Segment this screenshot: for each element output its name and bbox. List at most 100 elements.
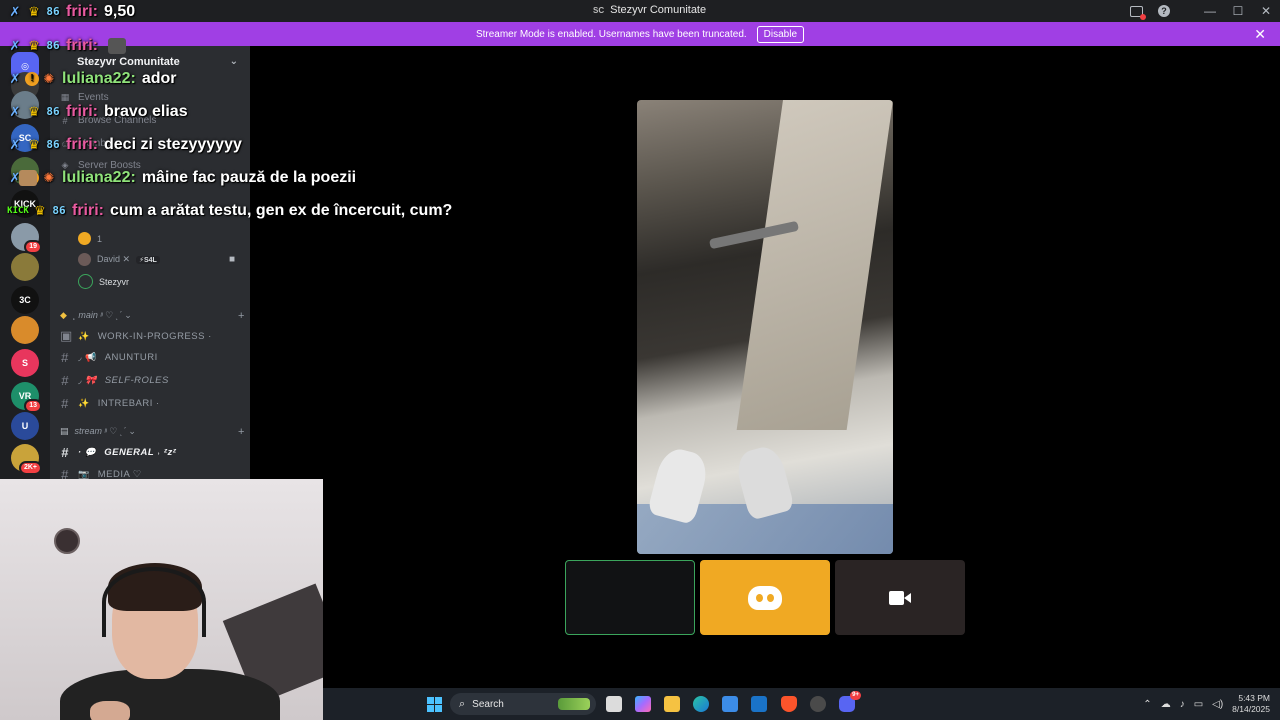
server-icon-label: S — [21, 358, 28, 368]
edge-icon[interactable] — [693, 696, 709, 712]
notification-badge: 9+ — [850, 691, 861, 700]
chat-message: ✗ ♛ 86 friri: bravo elias — [6, 103, 188, 121]
chevron-down-icon: ⌄ — [229, 56, 238, 67]
chat-text: mâine fac pauză de la poezii — [141, 169, 357, 186]
webcam-person-hand — [90, 701, 130, 720]
close-window-button[interactable]: ✕ — [1252, 0, 1280, 22]
server-icon[interactable] — [11, 253, 39, 281]
task-view-icon[interactable] — [606, 696, 622, 712]
hash-icon: # — [61, 445, 69, 460]
sub-badge-icon: 86 — [52, 204, 66, 217]
outlook-icon[interactable] — [751, 696, 767, 712]
server-icon[interactable]: 2K+ — [11, 444, 42, 475]
channel-work-in-progress[interactable]: ▣ ✨ WORK-IN-PROGRESS · — [60, 328, 240, 344]
chat-message: KICK ♛ 86 friri: cum a arătat testu, gen ex … — [6, 202, 452, 220]
chat-text: ador — [141, 70, 177, 87]
sword-badge-icon: ✗ — [9, 4, 21, 19]
channel-emoji: · 💬 — [78, 447, 97, 457]
channel-name: SELF-ROLES — [104, 375, 169, 386]
chat-username: friri: — [72, 202, 104, 219]
video-wall — [736, 100, 893, 430]
add-channel-icon[interactable]: + — [238, 310, 244, 322]
chevron-up-icon[interactable]: ⌃ — [1143, 699, 1151, 710]
server-icon[interactable] — [11, 316, 39, 344]
camera-icon: ■ — [229, 254, 236, 265]
headset — [102, 567, 206, 637]
chat-message: ✗ ♛ 86 friri: deci zi stezyyyyyy — [6, 136, 242, 154]
channel-name: WORK-IN-PROGRESS · — [97, 330, 212, 342]
add-channel-icon[interactable]: + — [238, 426, 244, 438]
microphone-icon[interactable]: ♪ — [1180, 699, 1185, 710]
cloud-icon[interactable]: ☁ — [1161, 699, 1171, 710]
maximize-button[interactable]: ☐ — [1224, 0, 1252, 22]
store-icon[interactable] — [722, 696, 738, 712]
chat-text: 9,50 — [104, 3, 136, 20]
avatar — [78, 232, 91, 245]
warning-badge-icon: ! — [25, 72, 39, 86]
volume-icon[interactable]: ◁) — [1212, 699, 1223, 710]
menu-events[interactable]: ▦ Events — [60, 92, 109, 103]
server-icon[interactable]: VR 13 — [11, 382, 42, 413]
tag-icon: ◆ — [60, 310, 67, 320]
voice-user-name: David ✕ — [97, 254, 131, 264]
channel-emoji: ◞ 📢 — [78, 352, 97, 362]
participant-tile-discord[interactable] — [700, 560, 830, 635]
server-icon[interactable]: U — [11, 412, 39, 440]
chat-username: friri: — [66, 3, 98, 20]
participant-tile-speaking[interactable] — [565, 560, 695, 635]
avatar — [78, 253, 91, 266]
server-icon-label: 3C — [19, 295, 31, 305]
file-explorer-icon[interactable] — [664, 696, 680, 712]
minimize-button[interactable]: — — [1196, 0, 1224, 22]
server-icon[interactable]: 19 — [11, 223, 42, 254]
menu-label: Events — [78, 92, 109, 103]
chat-username: friri: — [66, 136, 98, 153]
chat-username: friri: — [66, 37, 98, 54]
wall-clock — [54, 528, 80, 554]
notification-badge: 19 — [24, 240, 42, 254]
category-main[interactable]: ◆ ˛ main ᵎᵎ ♡ ˎˊ ⌄ + — [60, 310, 244, 322]
network-icon[interactable]: ▭ — [1194, 699, 1203, 710]
category-label: ˛ main ᵎᵎ ♡ ˎˊ ⌄ — [72, 310, 132, 320]
voice-user[interactable]: David ✕ ⚡S4L — [78, 253, 160, 266]
channel-name: INTREBARI · — [97, 398, 160, 409]
channel-name: ANUNTURI — [104, 352, 158, 363]
sword-badge-icon: ✗ — [9, 137, 21, 152]
channel-intrebari[interactable]: # ✨ INTREBARI · — [60, 396, 240, 411]
help-icon[interactable]: ? — [1150, 0, 1178, 22]
category-stream[interactable]: ▤ stream ᵎᵎ ♡ ˎˊ ⌄ + — [60, 426, 244, 438]
server-icon[interactable]: 3C — [11, 286, 39, 314]
copilot-icon[interactable] — [635, 696, 651, 712]
chat-message: ✗!✺luliana22:mâine fac pauză de la poezi… — [6, 169, 356, 187]
window-title: SC Stezyvr Comunitate — [593, 4, 706, 16]
banner-close-icon[interactable]: ✕ — [1254, 26, 1266, 43]
stream-video[interactable] — [637, 100, 893, 554]
voice-user[interactable]: Stezyvr — [78, 274, 129, 289]
chat-text: deci zi stezyyyyyy — [104, 136, 242, 153]
start-button[interactable] — [427, 697, 442, 712]
taskbar-date: 8/14/2025 — [1232, 704, 1270, 714]
server-icon-label: U — [21, 421, 29, 431]
avatar — [78, 274, 93, 289]
voice-user[interactable]: 1 — [78, 232, 102, 245]
channel-anunturi[interactable]: # ◞ 📢 ANUNTURI — [60, 350, 240, 365]
taskbar-clock[interactable]: 5:43 PM 8/14/2025 — [1232, 693, 1270, 715]
folder-icon: ▤ — [60, 426, 69, 436]
hash-icon: # — [61, 350, 69, 365]
category-label: stream ᵎᵎ ♡ ˎˊ ⌄ — [74, 426, 136, 436]
kick-badge-icon: KICK — [7, 206, 29, 216]
inbox-icon[interactable] — [1122, 0, 1150, 22]
taskbar-search[interactable]: ⌕ Search — [450, 693, 596, 715]
channel-general[interactable]: # · 💬 GENERAL ˒ ᶻzᶻ — [60, 445, 240, 460]
sub-badge-icon: 86 — [46, 5, 60, 18]
user-tag: ⚡S4L — [136, 255, 160, 264]
discord-taskbar-icon[interactable]: 9+ — [839, 691, 861, 712]
server-icon[interactable]: S — [11, 349, 39, 377]
obs-icon[interactable] — [810, 696, 826, 712]
sub-badge-icon: 86 — [46, 39, 60, 52]
participant-tile-camera[interactable] — [835, 560, 965, 635]
brave-icon[interactable] — [781, 696, 797, 712]
channel-emoji: ✨ — [78, 330, 90, 341]
disable-button[interactable]: Disable — [756, 25, 805, 43]
channel-self-roles[interactable]: # ◞ 🎀 SELF-ROLES — [60, 373, 240, 388]
